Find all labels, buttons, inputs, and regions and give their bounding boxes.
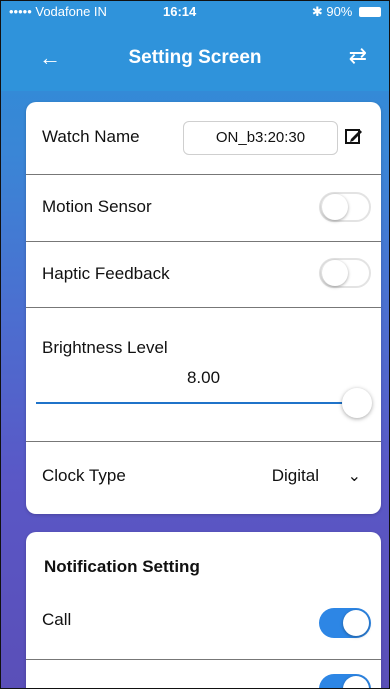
call-toggle[interactable] [319, 608, 371, 638]
clock-type-label: Clock Type [42, 466, 126, 485]
call-label: Call [42, 610, 72, 629]
chevron-down-icon[interactable]: ⌄ [348, 466, 361, 486]
watch-name-row: Watch Name ON_b3:20:30 [26, 102, 381, 175]
haptic-feedback-row: Haptic Feedback [26, 242, 381, 308]
brightness-value: 8.00 [186, 368, 221, 387]
nav-bar: ← Setting Screen ⇄ [1, 23, 389, 91]
bluetooth-icon: ✱ [311, 4, 323, 19]
notification-card: Notification Setting Call [26, 532, 381, 688]
status-right: ✱ 90% [312, 4, 381, 20]
watch-name-input[interactable]: ON_b3:20:30 [183, 121, 338, 155]
next-toggle[interactable] [319, 674, 371, 688]
battery-percent: 90% [326, 4, 353, 19]
brightness-label: Brightness Level [42, 338, 168, 357]
status-time: 16:14 [163, 4, 197, 19]
clock-type-row[interactable]: Clock Type Digital ⌄ [26, 442, 381, 514]
motion-sensor-row: Motion Sensor [26, 175, 381, 242]
haptic-feedback-label: Haptic Feedback [42, 264, 170, 283]
toggle-knob [322, 194, 348, 220]
edit-icon[interactable] [345, 127, 363, 145]
battery-icon [359, 7, 381, 17]
page-title: Setting Screen [128, 47, 262, 68]
settings-card: Watch Name ON_b3:20:30 Motion Sensor Hap… [26, 102, 381, 514]
call-row: Call [26, 592, 381, 660]
motion-sensor-toggle[interactable] [319, 192, 371, 222]
share-icon[interactable]: ⇄ [349, 43, 367, 69]
brightness-slider-knob[interactable] [342, 388, 372, 418]
watch-name-label: Watch Name [42, 127, 140, 146]
status-bar: ••••• Vodafone IN 16:14 ✱ 90% [1, 1, 389, 23]
toggle-knob [343, 676, 369, 688]
brightness-slider-track[interactable] [36, 402, 361, 404]
motion-sensor-label: Motion Sensor [42, 197, 152, 216]
toggle-knob [343, 610, 369, 636]
clock-type-value[interactable]: Digital [272, 466, 319, 486]
toggle-knob [322, 260, 348, 286]
phone-frame: ••••• Vodafone IN 16:14 ✱ 90% ← Setting … [0, 0, 390, 689]
haptic-feedback-toggle[interactable] [319, 258, 371, 288]
notification-section-title: Notification Setting [44, 557, 200, 576]
carrier-text: ••••• Vodafone IN [9, 4, 107, 19]
